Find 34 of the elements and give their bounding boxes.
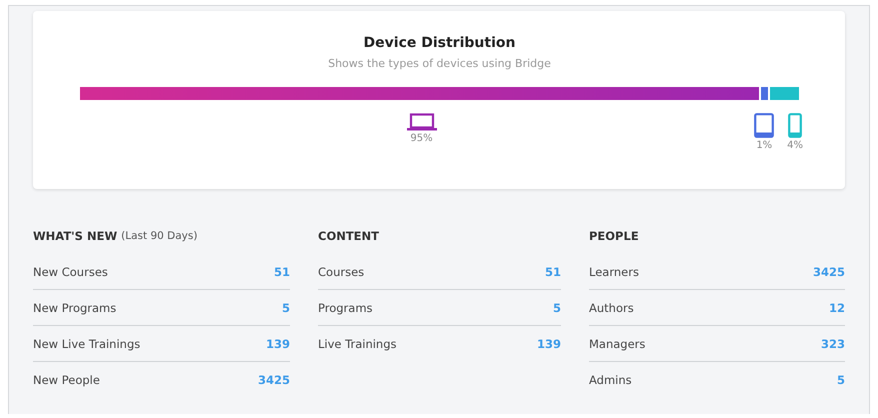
stat-value: 5 — [552, 300, 561, 314]
laptop-icon — [406, 113, 438, 131]
stat-label: Courses — [318, 264, 364, 278]
section-title: PEOPLE — [589, 229, 639, 243]
card-subtitle: Shows the types of devices using Bridge — [328, 57, 551, 70]
stat-value: 3425 — [812, 264, 845, 278]
stat-label: Authors — [589, 300, 634, 314]
stat-label: Admins — [589, 372, 632, 386]
percent-label: 4% — [787, 140, 803, 151]
tablet-icon — [754, 113, 774, 138]
stat-label: Programs — [318, 300, 373, 314]
card-title: Device Distribution — [364, 35, 516, 51]
stat-value: 51 — [544, 264, 561, 278]
stat-label: New People — [33, 372, 100, 386]
stat-label: Managers — [589, 336, 646, 350]
stat-value: 3425 — [258, 372, 290, 386]
stat-value: 323 — [820, 336, 845, 350]
section-title: CONTENT — [318, 229, 380, 243]
stat-label: New Programs — [33, 300, 116, 314]
percent-label: 1% — [756, 140, 772, 151]
section-title: WHAT'S NEW — [33, 229, 118, 243]
stat-label: Live Trainings — [318, 336, 397, 350]
stat-value: 12 — [828, 300, 845, 314]
stat-value: 5 — [836, 372, 845, 386]
stat-label: New Live Trainings — [33, 336, 140, 350]
stat-label: Learners — [589, 264, 639, 278]
stat-value: 51 — [274, 264, 290, 278]
stat-value: 139 — [266, 336, 290, 350]
stat-label: New Courses — [33, 264, 108, 278]
phone-icon — [788, 113, 802, 138]
stat-value: 5 — [282, 300, 290, 314]
percent-label: 95% — [410, 133, 433, 144]
stat-value: 139 — [536, 336, 561, 350]
section-note: (Last 90 Days) — [121, 230, 198, 242]
